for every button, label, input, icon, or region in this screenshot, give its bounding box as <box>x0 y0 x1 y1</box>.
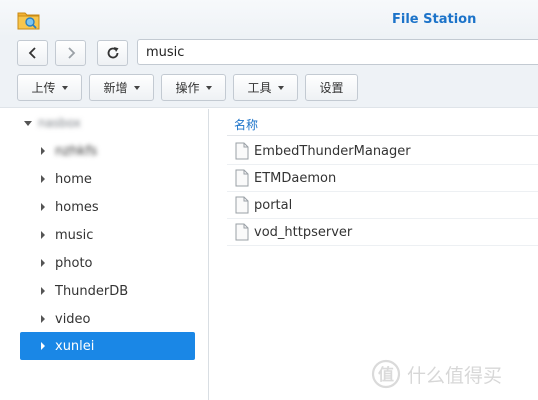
tree-root[interactable]: nasbox <box>20 112 81 134</box>
list-item[interactable]: portal <box>227 192 538 219</box>
tree-item-label: xunlei <box>55 338 95 354</box>
expand-right-icon <box>41 315 45 323</box>
column-header-label: 名称 <box>234 118 259 132</box>
path-input[interactable]: music <box>137 39 538 65</box>
upload-button[interactable]: 上传 <box>17 74 82 101</box>
column-header-name[interactable]: 名称 <box>227 116 538 136</box>
expand-right-icon <box>41 259 45 267</box>
tree-item-label: video <box>55 311 91 327</box>
chevron-left-icon <box>28 47 36 59</box>
expand-right-icon <box>41 342 45 350</box>
caret-down-icon <box>61 85 68 90</box>
expand-right-icon <box>41 203 45 211</box>
expand-down-icon <box>24 120 32 126</box>
smzdm-logo-icon: 值 <box>371 359 401 389</box>
refresh-button[interactable] <box>97 40 128 66</box>
back-button[interactable] <box>17 40 48 66</box>
list-item[interactable]: ETMDaemon <box>227 165 538 192</box>
title-bar: File Station <box>0 0 538 38</box>
chevron-right-icon <box>67 47 75 59</box>
file-icon <box>235 142 249 160</box>
file-name: ETMDaemon <box>254 170 337 186</box>
tree-item-label: photo <box>55 255 93 271</box>
tree-item-label: ThunderDB <box>55 283 129 299</box>
expand-right-icon <box>41 147 45 155</box>
tree-item-label: nzhkfs <box>55 143 98 159</box>
window-title: File Station <box>392 12 477 27</box>
tree-item-label: home <box>55 171 92 187</box>
list-item[interactable]: vod_httpserver <box>227 219 538 246</box>
file-name: portal <box>254 197 293 213</box>
svg-text:值: 值 <box>378 365 394 384</box>
tree-item-music[interactable]: music <box>20 221 195 249</box>
forward-button[interactable] <box>55 40 86 66</box>
toolbar: 上传 新增 操作 工具 设置 <box>0 68 538 108</box>
caret-down-icon <box>277 85 284 90</box>
file-icon <box>235 223 249 241</box>
watermark-text: 什么值得买 <box>407 364 503 387</box>
list-item[interactable]: EmbedThunderManager <box>227 138 538 165</box>
tree-item-photo[interactable]: photo <box>20 249 195 277</box>
tree-item-label: music <box>55 227 94 243</box>
tree-root-label: nasbox <box>38 116 81 130</box>
folder-search-icon <box>17 12 40 30</box>
tools-label: 工具 <box>247 81 272 95</box>
expand-right-icon <box>41 175 45 183</box>
tree-item-label: homes <box>55 199 99 215</box>
action-button[interactable]: 操作 <box>161 74 226 101</box>
tree-item-homes[interactable]: homes <box>20 193 195 221</box>
upload-label: 上传 <box>31 81 56 95</box>
expand-right-icon <box>41 231 45 239</box>
tree-item-home[interactable]: home <box>20 165 195 193</box>
refresh-icon <box>107 47 118 59</box>
file-name: EmbedThunderManager <box>254 143 411 159</box>
tree-item-thunderdb[interactable]: ThunderDB <box>20 277 195 305</box>
file-icon <box>235 196 249 214</box>
file-name: vod_httpserver <box>254 224 353 240</box>
caret-down-icon <box>205 85 212 90</box>
expand-right-icon <box>41 287 45 295</box>
file-icon <box>235 169 249 187</box>
tree-item-video[interactable]: video <box>20 305 195 333</box>
tools-button[interactable]: 工具 <box>233 74 298 101</box>
settings-button[interactable]: 设置 <box>305 74 358 101</box>
watermark: 值 什么值得买 <box>371 356 502 392</box>
settings-label: 设置 <box>319 81 344 95</box>
action-label: 操作 <box>175 81 200 95</box>
tree-item-shared[interactable]: nzhkfs <box>20 137 195 165</box>
create-label: 新增 <box>103 81 128 95</box>
caret-down-icon <box>133 85 140 90</box>
tree-item-xunlei[interactable]: xunlei <box>20 332 195 360</box>
create-button[interactable]: 新增 <box>89 74 154 101</box>
